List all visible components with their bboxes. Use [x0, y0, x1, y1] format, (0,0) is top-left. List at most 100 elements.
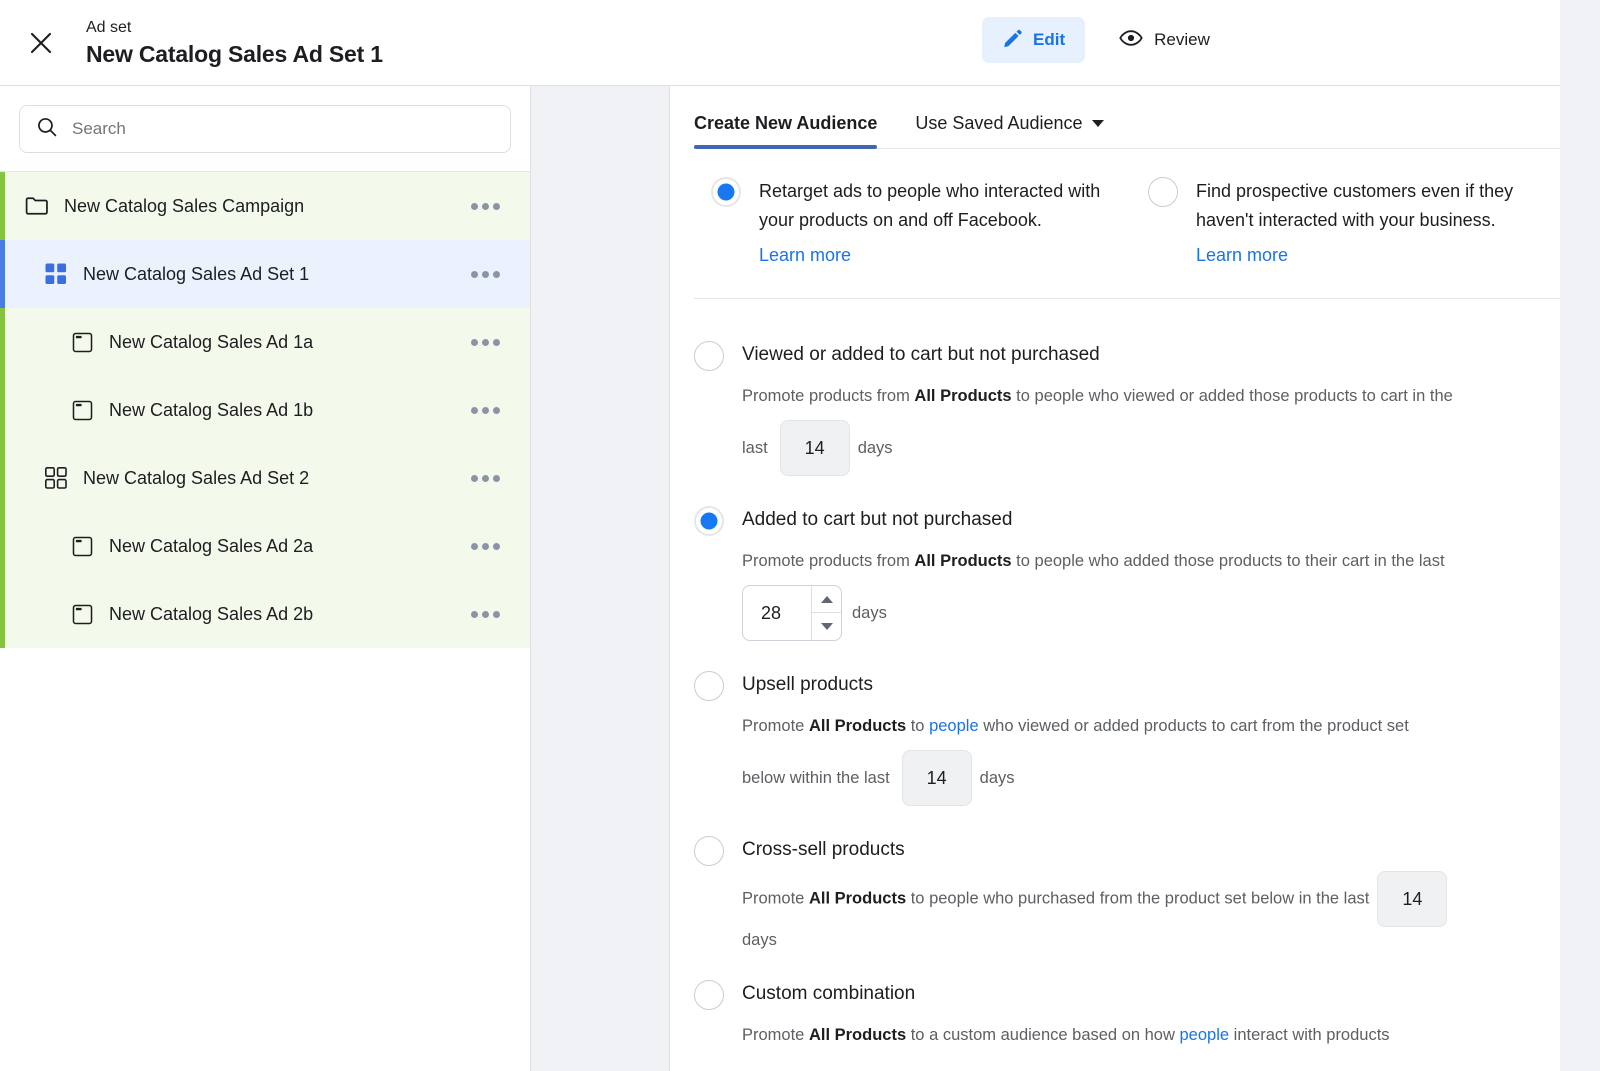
- tree-item-label: New Catalog Sales Ad 1a: [109, 331, 314, 352]
- tree-item-accent-bar: [0, 580, 5, 648]
- choice-retarget-learn-more-link[interactable]: Learn more: [759, 241, 851, 270]
- desc-text-1: Promote: [742, 889, 809, 908]
- choice-retarget[interactable]: Retarget ads to people who interacted wi…: [711, 177, 1132, 270]
- option-cross-sell-products-radio[interactable]: [694, 836, 724, 866]
- choice-prospecting[interactable]: Find prospective customers even if they …: [1148, 177, 1569, 270]
- ad-set-editor-window: Ad set New Catalog Sales Ad Set 1 Edit R…: [0, 0, 1600, 1071]
- option-added-to-cart-days-row: 28 days: [742, 585, 1569, 641]
- option-cross-sell-products-days-label: days: [742, 931, 777, 949]
- option-upsell-products-description: Promote All Products to people who viewe…: [742, 706, 1569, 746]
- desc-people-link[interactable]: people: [929, 717, 979, 735]
- tree-item-new-catalog-sales-ad-2a[interactable]: New Catalog Sales Ad 2a: [0, 512, 530, 580]
- desc-people-link[interactable]: people: [1180, 1026, 1230, 1044]
- tree-item-new-catalog-sales-ad-1b[interactable]: New Catalog Sales Ad 1b: [0, 376, 530, 444]
- header-actions: Edit Review: [982, 15, 1226, 64]
- close-icon[interactable]: [24, 26, 58, 60]
- search-input[interactable]: [72, 119, 494, 139]
- option-viewed-or-added-to-cart[interactable]: Viewed or added to cart but not purchase…: [694, 341, 1569, 476]
- option-upsell-products[interactable]: Upsell products Promote All Products to p…: [694, 671, 1569, 806]
- choice-prospecting-text: Find prospective customers even if they …: [1196, 181, 1514, 230]
- page-body: New Catalog Sales Campaign New Catalog Sa…: [0, 0, 1600, 1071]
- option-upsell-products-title: Upsell products: [742, 674, 873, 695]
- tree-item-new-catalog-sales-ad-set-1[interactable]: New Catalog Sales Ad Set 1: [0, 240, 530, 308]
- search-section: [0, 86, 530, 172]
- option-cross-sell-products-description: Promote All Products to people who purch…: [742, 871, 1569, 927]
- option-viewed-or-added-to-cart-radio[interactable]: [694, 341, 724, 371]
- option-added-to-cart-days-label: days: [852, 603, 887, 622]
- review-button[interactable]: Review: [1103, 15, 1226, 64]
- option-viewed-or-added-to-cart-description: Promote products from All Products to pe…: [742, 376, 1569, 416]
- audience-panel: Create New Audience Use Saved Audience R…: [670, 86, 1600, 1071]
- option-added-to-cart-radio[interactable]: [694, 506, 724, 536]
- option-viewed-or-added-to-cart-days-label: days: [857, 438, 893, 457]
- desc-text-2: to people who purchased from the product…: [906, 889, 1370, 908]
- desc-text-2: to people who added those products to th…: [1011, 552, 1445, 570]
- tab-create-new-audience[interactable]: Create New Audience: [694, 113, 878, 149]
- option-cross-sell-products-title: Cross-sell products: [742, 839, 905, 860]
- option-viewed-or-added-to-cart-days-input[interactable]: 14: [779, 420, 850, 476]
- panel-gutter: [531, 86, 670, 1071]
- option-upsell-products-days-prefix: below within the last: [742, 768, 890, 787]
- stepper-down-icon[interactable]: [812, 613, 841, 640]
- edit-button[interactable]: Edit: [982, 16, 1086, 63]
- tree-item-new-catalog-sales-campaign[interactable]: New Catalog Sales Campaign: [0, 172, 530, 240]
- header-title-block: Ad set New Catalog Sales Ad Set 1: [86, 17, 383, 69]
- desc-text-2: to people who viewed or added those prod…: [1011, 387, 1453, 405]
- folder-icon: [24, 193, 50, 219]
- desc-product-set: All Products: [808, 889, 907, 908]
- option-added-to-cart[interactable]: Added to cart but not purchased Promote p…: [694, 506, 1569, 641]
- tree-item-label: New Catalog Sales Ad Set 1: [83, 263, 310, 284]
- ad-icon: [69, 601, 95, 627]
- desc-text-1: Promote products from: [742, 552, 915, 570]
- tree-item-label: New Catalog Sales Ad Set 2: [83, 467, 310, 488]
- more-options-icon[interactable]: [463, 467, 508, 490]
- option-upsell-products-body: Upsell products Promote All Products to p…: [742, 671, 1569, 806]
- choice-retarget-radio[interactable]: [711, 177, 741, 207]
- tree-item-accent-bar: [0, 240, 5, 308]
- search-box[interactable]: [19, 105, 511, 153]
- tree-item-accent-bar: [0, 376, 5, 444]
- option-upsell-products-days-input[interactable]: 14: [901, 750, 972, 806]
- option-cross-sell-products-days-input[interactable]: 14: [1377, 871, 1448, 927]
- more-options-icon[interactable]: [463, 263, 508, 286]
- more-options-icon[interactable]: [463, 195, 508, 218]
- tree-item-accent-bar: [0, 444, 5, 512]
- option-custom-combination[interactable]: Custom combination Promote All Products t…: [694, 980, 1569, 1055]
- option-added-to-cart-description: Promote products from All Products to pe…: [742, 541, 1569, 581]
- audience-strategy-choices: Retarget ads to people who interacted wi…: [694, 149, 1569, 270]
- tree-item-new-catalog-sales-ad-set-2[interactable]: New Catalog Sales Ad Set 2: [0, 444, 530, 512]
- audience-tabs: Create New Audience Use Saved Audience: [694, 86, 1569, 149]
- desc-text-3: who viewed or added products to cart fro…: [978, 717, 1409, 735]
- more-options-icon[interactable]: [463, 399, 508, 422]
- option-custom-combination-body: Custom combination Promote All Products t…: [742, 980, 1569, 1055]
- choice-prospecting-radio[interactable]: [1148, 177, 1178, 207]
- campaign-tree-sidebar: New Catalog Sales Campaign New Catalog Sa…: [0, 86, 531, 1071]
- tab-use-saved-audience[interactable]: Use Saved Audience: [915, 113, 1104, 148]
- more-options-icon[interactable]: [463, 331, 508, 354]
- tree-item-label: New Catalog Sales Ad 2a: [109, 535, 314, 556]
- desc-product-set: All Products: [808, 717, 907, 735]
- option-viewed-or-added-to-cart-days-prefix: last: [742, 438, 768, 457]
- option-upsell-products-radio[interactable]: [694, 671, 724, 701]
- option-custom-combination-radio[interactable]: [694, 980, 724, 1010]
- option-upsell-products-days-label: days: [979, 768, 1015, 787]
- ad-icon: [69, 329, 95, 355]
- option-cross-sell-products-days-row: days: [742, 931, 1569, 950]
- option-added-to-cart-days-stepper[interactable]: 28: [742, 585, 842, 641]
- tree-item-new-catalog-sales-ad-2b[interactable]: New Catalog Sales Ad 2b: [0, 580, 530, 648]
- desc-text-1: Promote: [742, 1026, 809, 1044]
- eye-icon: [1119, 26, 1143, 53]
- tree-item-new-catalog-sales-ad-1a[interactable]: New Catalog Sales Ad 1a: [0, 308, 530, 376]
- stepper-up-icon[interactable]: [812, 586, 841, 613]
- option-upsell-products-days-row: below within the last 14 days: [742, 750, 1569, 806]
- tree-item-label: New Catalog Sales Ad 1b: [109, 399, 314, 420]
- more-options-icon[interactable]: [463, 603, 508, 626]
- more-options-icon[interactable]: [463, 535, 508, 558]
- option-viewed-or-added-to-cart-title: Viewed or added to cart but not purchase…: [742, 344, 1100, 365]
- option-added-to-cart-days-input[interactable]: 28: [743, 586, 811, 640]
- option-cross-sell-products[interactable]: Cross-sell products Promote All Products …: [694, 836, 1569, 950]
- desc-product-set: All Products: [914, 552, 1012, 570]
- desc-text-1: Promote: [742, 717, 809, 735]
- stepper-arrows: [811, 586, 841, 640]
- choice-prospecting-learn-more-link[interactable]: Learn more: [1196, 241, 1288, 270]
